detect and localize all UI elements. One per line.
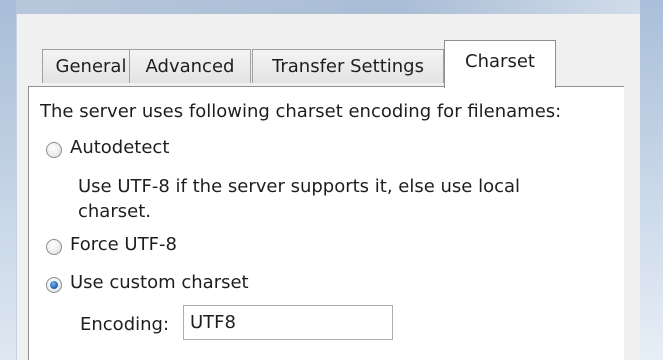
- window-top-frame: [0, 0, 663, 14]
- encoding-label: Encoding:: [80, 314, 170, 335]
- tab-charset[interactable]: Charset: [444, 40, 556, 88]
- charset-description: The server uses following charset encodi…: [40, 101, 562, 122]
- radio-use-custom-charset[interactable]: [46, 277, 62, 293]
- window-right-frame: [640, 0, 663, 360]
- radio-autodetect[interactable]: [46, 142, 62, 158]
- tab-general-label: General: [55, 56, 127, 77]
- encoding-input[interactable]: [183, 305, 393, 340]
- window-left-frame: [0, 0, 16, 360]
- tab-advanced[interactable]: Advanced: [129, 49, 251, 83]
- radio-force-utf8[interactable]: [46, 239, 62, 255]
- tab-general[interactable]: General: [42, 49, 140, 83]
- tab-transfer-settings[interactable]: Transfer Settings: [252, 49, 444, 83]
- autodetect-hint-line1: Use UTF-8 if the server supports it, els…: [78, 176, 521, 197]
- tab-advanced-label: Advanced: [145, 56, 235, 77]
- autodetect-hint-line2: charset.: [78, 201, 151, 222]
- tab-transfer-settings-label: Transfer Settings: [272, 56, 424, 77]
- radio-autodetect-label[interactable]: Autodetect: [70, 137, 169, 158]
- radio-force-utf8-label[interactable]: Force UTF-8: [70, 234, 177, 255]
- radio-use-custom-charset-label[interactable]: Use custom charset: [70, 272, 249, 293]
- tab-charset-label: Charset: [465, 51, 535, 72]
